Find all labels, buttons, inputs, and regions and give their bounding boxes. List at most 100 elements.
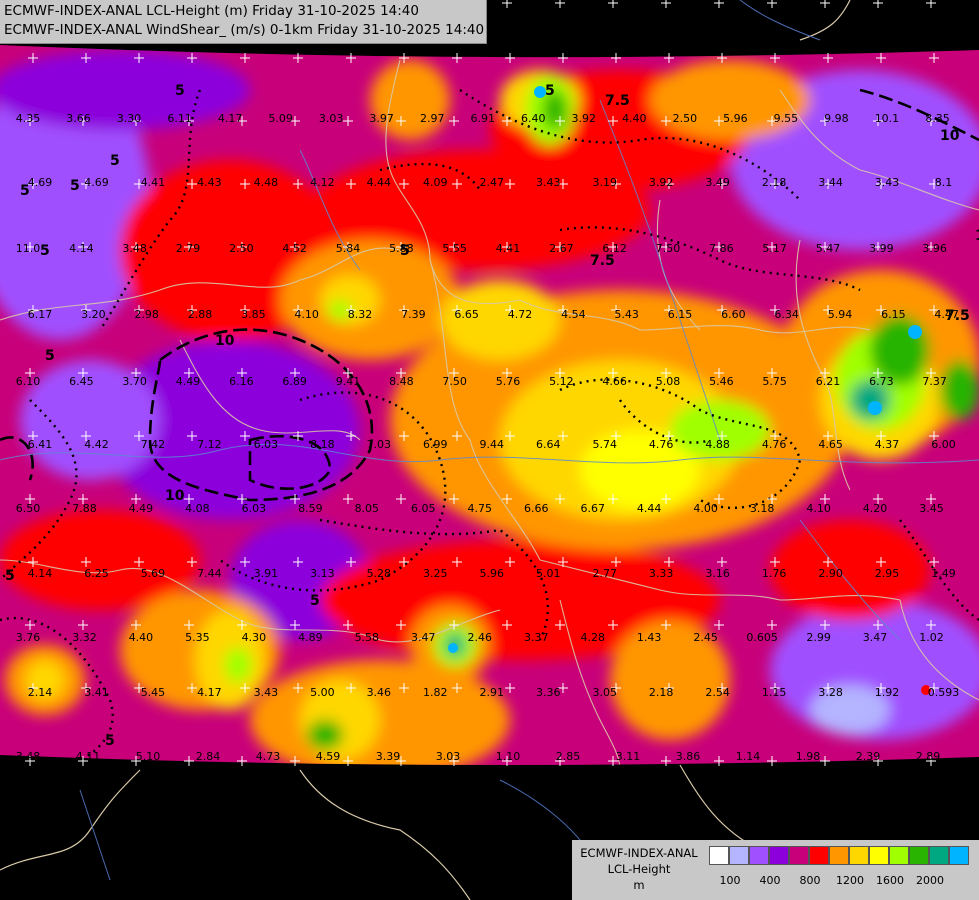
value-label: 7.03 [367,438,392,451]
value-label: 4.14 [69,242,94,255]
value-label: 7.86 [709,242,734,255]
legend-swatch [809,846,829,865]
value-label: 9.41 [336,375,361,388]
contour-label: 7.5 [590,253,615,269]
value-label: 9.98 [824,112,849,125]
legend-tick-label: 400 [759,874,781,887]
value-label: 4.41 [141,176,166,189]
legend-title-model: ECMWF-INDEX-ANAL [580,846,698,860]
value-label: 4.52 [282,242,307,255]
legend-swatch [829,846,849,865]
value-label: 8.32 [348,308,373,321]
value-label: 5.74 [592,438,617,451]
value-label: 6.89 [282,375,307,388]
value-label: 3.92 [572,112,597,125]
value-label: 3.16 [705,567,730,580]
legend-swatch [889,846,909,865]
contour-label: 7.5 [605,93,630,109]
value-label: 9.44 [480,438,505,451]
value-label: 5.12 [549,375,574,388]
value-label: 5.69 [141,567,166,580]
value-label: 4.37 [875,438,900,451]
value-label: 3.76 [16,631,41,644]
value-label: 9.55 [774,112,799,125]
value-label: 6.15 [881,308,906,321]
value-label: 6.17 [28,308,53,321]
value-label: 4.69 [84,176,109,189]
value-label: 6.03 [242,502,267,515]
legend-swatch [729,846,749,865]
value-label: 3.30 [117,112,142,125]
value-label: 3.13 [310,567,335,580]
value-label: 5.96 [480,567,505,580]
value-label: 3.39 [376,750,401,763]
value-label: 2.84 [196,750,221,763]
value-label: 4.49 [176,375,201,388]
value-label: 1.76 [762,567,787,580]
value-label: 1.10 [496,750,521,763]
value-label: 4.75 [468,502,493,515]
legend-tick-label: 800 [799,874,821,887]
contour-label: 5 [175,83,185,99]
value-label: 4.40 [622,112,647,125]
value-label: 3.46 [367,686,392,699]
value-label: 2.77 [592,567,617,580]
legend-tick-label: 1200 [836,874,864,887]
value-label: 8.1 [935,176,953,189]
value-label: 5.75 [762,375,787,388]
value-label: 4.76 [762,438,787,451]
value-label: 6.66 [524,502,549,515]
value-label: 4.76 [649,438,674,451]
value-label: 5.28 [367,567,392,580]
value-label: 3.05 [592,686,617,699]
value-label: 8.35 [925,112,950,125]
value-label: 3.70 [122,375,147,388]
value-label: 4.65 [818,438,843,451]
value-label: 6.64 [536,438,561,451]
value-label: 4.54 [561,308,586,321]
value-label: 6.25 [84,567,109,580]
value-label: 4.11 [76,750,101,763]
value-label: 4.88 [705,438,730,451]
value-label: 1.14 [736,750,761,763]
value-label: 5.84 [336,242,361,255]
value-label: 5.00 [310,686,335,699]
contour-label: 5 [40,243,50,259]
value-label: 4.41 [496,242,521,255]
value-label: 4.48 [254,176,279,189]
value-label: 2.98 [134,308,159,321]
legend-swatch [789,846,809,865]
contour-label: 5 [110,153,120,169]
value-label: 3.41 [84,686,109,699]
title-line-windshear: ECMWF-INDEX-ANAL WindShear_ (m/s) 0-1km … [4,22,485,38]
value-label: 4.10 [806,502,831,515]
value-label: 8.05 [355,502,380,515]
value-label: 3.44 [818,176,843,189]
value-label: 4.69 [28,176,53,189]
value-label: 3.96 [922,242,947,255]
contour-label: 10 [975,228,979,244]
value-label: 6.15 [668,308,693,321]
value-label: 6.11 [167,112,192,125]
value-label: 3.85 [241,308,266,321]
value-label: 4.00 [693,502,718,515]
value-label: 0.605 [746,631,778,644]
value-label: 6.91 [470,112,495,125]
value-label: 7.12 [197,438,222,451]
value-label: 6.10 [16,375,41,388]
value-label: 4.08 [185,502,210,515]
value-label: 4.28 [580,631,605,644]
value-label: 3.48 [16,750,41,763]
value-label: 2.95 [875,567,900,580]
value-label: 4.40 [129,631,154,644]
value-label: 3.03 [319,112,344,125]
legend-swatch [849,846,869,865]
value-label: 3.97 [369,112,394,125]
value-label: 5.88 [389,242,414,255]
lcl-height-field [0,45,979,766]
value-label: 4.10 [294,308,319,321]
value-label: 2.18 [762,176,787,189]
value-label: 4.47 [934,308,959,321]
value-label: 2.88 [188,308,213,321]
value-label: 2.90 [818,567,843,580]
